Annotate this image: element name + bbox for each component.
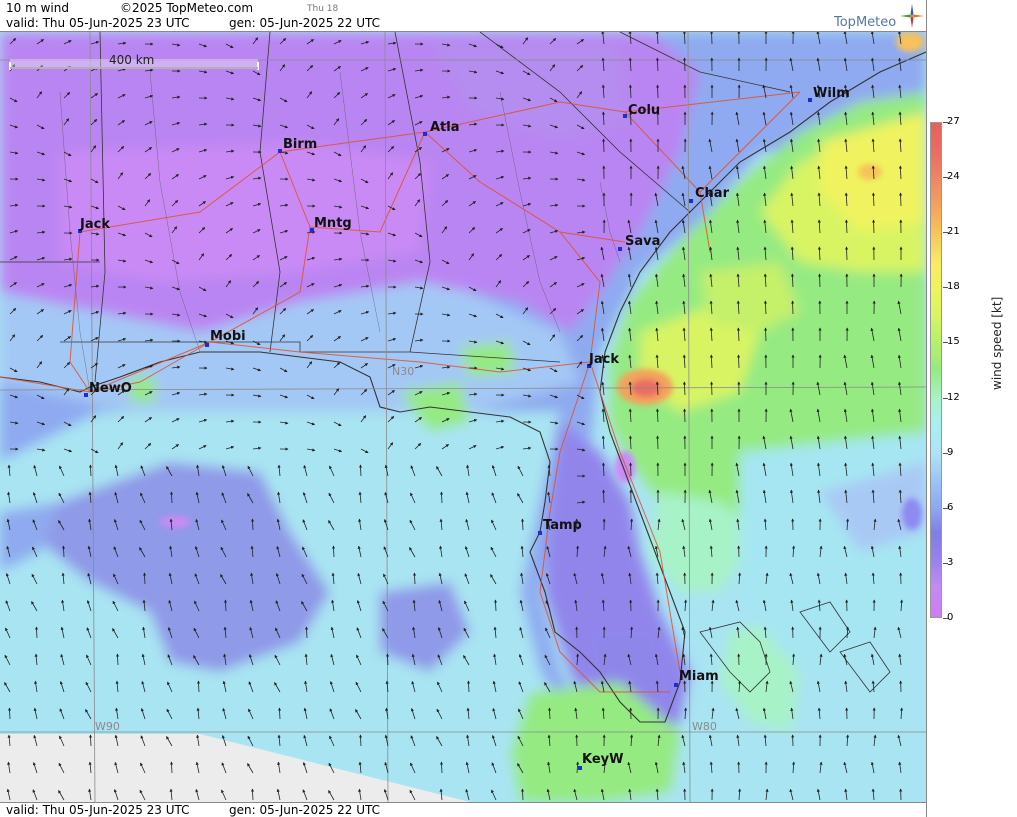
wind-arrow [764,327,768,342]
wind-arrow [656,84,660,99]
svg-text:Jack: Jack [588,352,619,367]
logo-text: TopMeteo [834,15,897,30]
city-sava[interactable]: Sava [618,234,660,251]
colorbar-tick-label: 6 [947,502,954,513]
footer-bar: valid: Thu 05-Jun-2025 23 UTC gen: 05-Ju… [0,802,926,817]
svg-text:Mntg: Mntg [314,216,352,231]
svg-text:Tamp: Tamp [543,518,582,533]
wind-field-layer [0,32,926,802]
copyright-text: ©2025 TopMeteo.com [120,1,254,15]
wind-map-canvas: N30 W90 W80 400 km Colu Wilm Atla Birm C… [0,32,926,802]
wind-arrow [629,462,633,477]
colorbar-tick-label: 12 [947,392,960,403]
svg-text:Miam: Miam [679,669,719,684]
footer-valid-time: valid: Thu 05-Jun-2025 23 UTC [6,803,190,817]
colorbar-tick-label: 18 [947,281,960,292]
wind-arrow [872,219,876,234]
wind-arrow [845,246,849,261]
city-jack-fl[interactable]: Jack [587,352,619,368]
wind-arrow [656,435,660,450]
svg-text:Char: Char [695,186,730,201]
wind-arrow [602,489,606,504]
wind-arrow [602,138,606,153]
city-mntg[interactable]: Mntg [310,216,352,232]
colorbar-panel: 27 24 21 18 15 12 9 6 3 0 [926,0,1017,817]
footer-generated-time: gen: 05-Jun-2025 22 UTC [229,803,381,817]
svg-text:NewO: NewO [89,381,132,396]
svg-text:Wilm: Wilm [813,86,850,101]
lon-label-w90: W90 [95,720,120,733]
svg-text:Mobi: Mobi [210,329,246,344]
svg-text:KeyW: KeyW [582,752,623,767]
city-jack-ms[interactable]: Jack [78,217,110,233]
colorbar-tick-label: 9 [947,447,954,458]
lon-label-w80: W80 [692,720,717,733]
colorbar-tick-label: 27 [947,116,960,127]
city-newo[interactable]: NewO [84,381,132,397]
city-char[interactable]: Char [689,186,730,203]
wind-arrow [818,273,822,288]
valid-time: valid: Thu 05-Jun-2025 23 UTC [6,16,190,30]
wind-arrow [899,192,903,207]
colorbar-tick-label: 15 [947,336,960,347]
svg-text:Atla: Atla [430,120,460,135]
compass-star-icon [900,4,924,28]
product-title: 10 m wind [6,1,69,15]
svg-text:Colu: Colu [628,103,660,118]
city-wilm[interactable]: Wilm [808,86,850,102]
city-birm[interactable]: Birm [278,137,317,153]
header-bar: 10 m wind ©2025 TopMeteo.com Thu 18 vali… [0,0,926,32]
svg-text:Birm: Birm [283,137,317,152]
colorbar-tick-label: 0 [947,612,954,623]
generated-time: gen: 05-Jun-2025 22 UTC [229,16,381,30]
scale-bar-label: 400 km [109,53,154,67]
colorbar-title: wind speed [kt] [990,296,1004,390]
colorbar-tick-label: 3 [947,557,954,568]
svg-text:Jack: Jack [79,217,110,232]
wind-map: N30 W90 W80 400 km Colu Wilm Atla Birm C… [0,32,926,802]
colorbar-tick-label: 21 [947,226,960,237]
wind-arrow [710,32,714,45]
wind-arrow [737,354,741,369]
colorbar-tick-label: 24 [947,171,960,182]
city-tamp[interactable]: Tamp [538,518,582,535]
wind-arrow [683,57,687,72]
wind-arrow [710,381,714,396]
colorbar-gradient [930,122,942,618]
wind-arrow [791,300,795,315]
wind-arrow [683,408,687,423]
lat-label-n30: N30 [392,365,414,378]
city-colu[interactable]: Colu [623,103,660,118]
svg-text:Sava: Sava [625,234,660,249]
day-marker: Thu 18 [307,4,339,14]
topmeteo-logo: TopMeteo [832,4,926,30]
